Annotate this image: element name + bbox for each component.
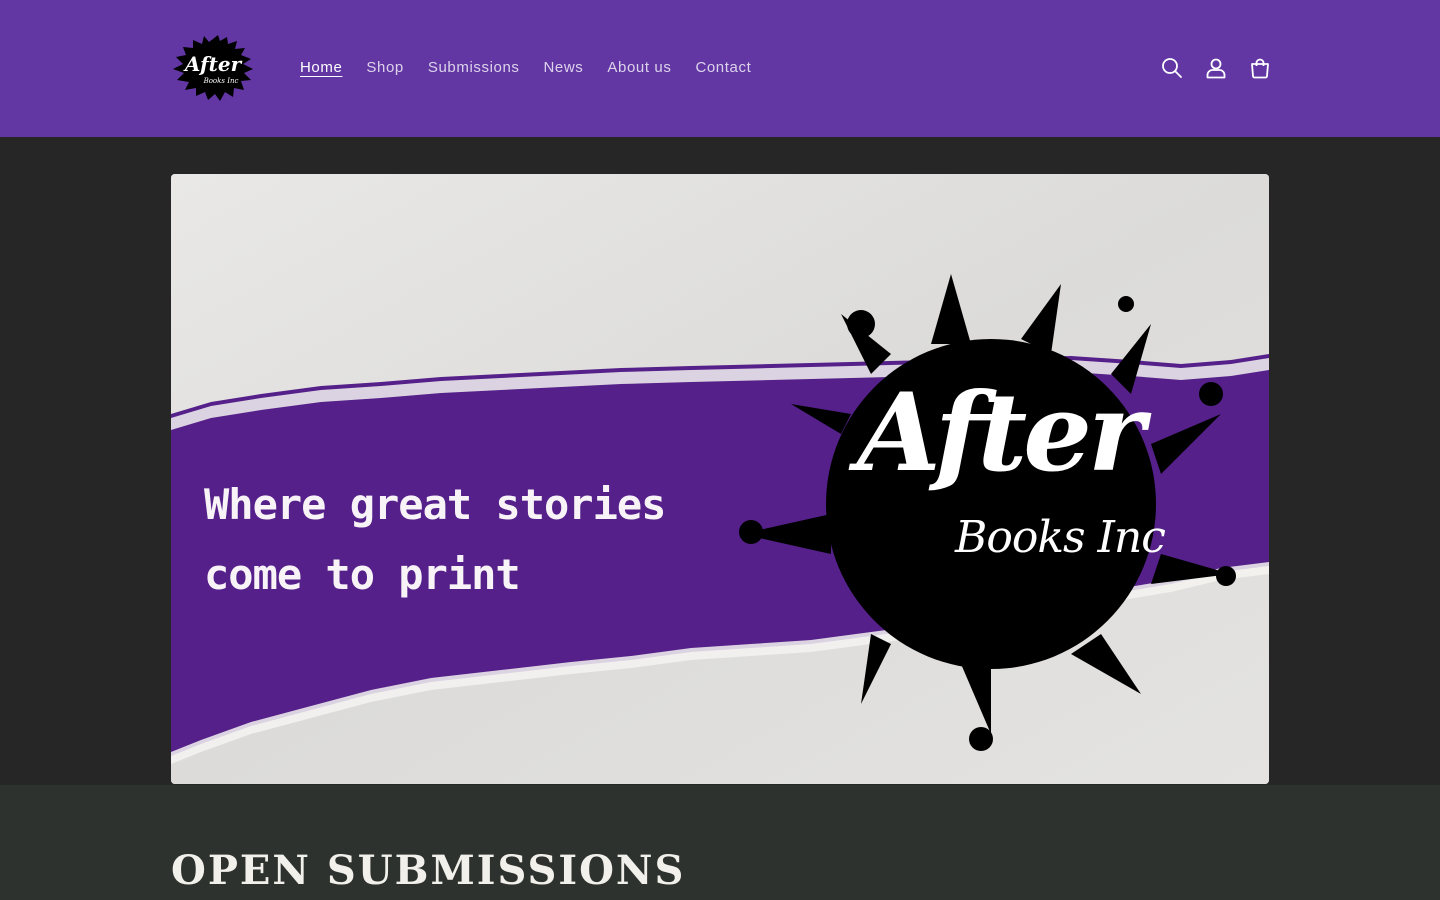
nav-shop[interactable]: Shop (366, 56, 403, 80)
nav-about-us[interactable]: About us (607, 56, 671, 80)
open-submissions-section: OPEN SUBMISSIONS (0, 785, 1440, 900)
ink-splat-logo-icon: After Books Inc (173, 35, 253, 101)
cart-button[interactable] (1238, 46, 1282, 90)
logo-subtitle: Books Inc (203, 77, 239, 85)
search-icon (1162, 58, 1182, 78)
nav-news[interactable]: News (544, 56, 584, 80)
tagline-line-2: come to print (204, 550, 521, 599)
hero-banner: Where great stories come to print After … (171, 174, 1269, 784)
nav-home[interactable]: Home (300, 56, 342, 80)
header-icons (1150, 46, 1282, 90)
account-button[interactable] (1194, 46, 1238, 90)
site-header: After Books Inc Home Shop Submissions Ne… (0, 0, 1440, 137)
nav-submissions[interactable]: Submissions (428, 56, 520, 80)
account-icon (1206, 58, 1226, 79)
hero-tagline: Where great stories come to print (204, 470, 824, 610)
cart-icon (1251, 58, 1269, 79)
main-nav: Home Shop Submissions News About us Cont… (288, 56, 763, 80)
brand-title: After (857, 370, 1145, 496)
nav-contact[interactable]: Contact (695, 56, 751, 80)
tagline-line-1: Where great stories (204, 480, 666, 529)
hero-section: Where great stories come to print After … (0, 137, 1440, 785)
logo-title: After (183, 52, 243, 76)
site-logo[interactable]: After Books Inc (171, 33, 255, 103)
brand-subtitle: Books Inc (955, 512, 1166, 563)
section-title: OPEN SUBMISSIONS (171, 847, 686, 894)
search-button[interactable] (1150, 46, 1194, 90)
